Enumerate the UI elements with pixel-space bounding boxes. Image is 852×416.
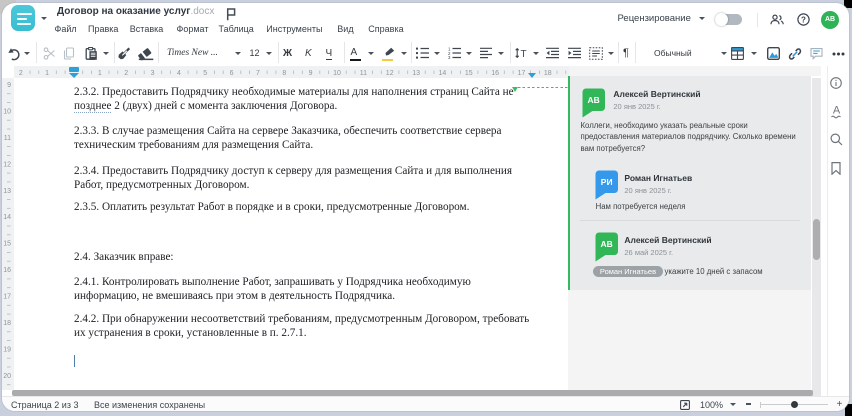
svg-text:11: 11 (4, 135, 11, 142)
svg-text:11: 11 (360, 70, 367, 77)
svg-text:2: 2 (124, 70, 128, 77)
svg-text:2: 2 (19, 70, 23, 77)
svg-text:17: 17 (3, 294, 11, 301)
svg-text:13: 13 (3, 188, 11, 195)
svg-text:?: ? (801, 15, 806, 24)
svg-text:3: 3 (448, 55, 451, 59)
svg-text:10: 10 (333, 70, 341, 77)
svg-text:РИ: РИ (600, 177, 612, 187)
svg-text:АВ: АВ (600, 239, 612, 249)
svg-text:12: 12 (386, 70, 394, 77)
svg-text:1: 1 (98, 70, 102, 77)
svg-text:20: 20 (3, 373, 11, 380)
svg-text:16: 16 (491, 70, 499, 77)
svg-text:8: 8 (282, 70, 286, 77)
svg-text:9: 9 (7, 82, 11, 89)
svg-text:АВ: АВ (588, 95, 600, 105)
svg-text:9: 9 (309, 70, 313, 77)
svg-text:13: 13 (412, 70, 420, 77)
svg-text:15: 15 (3, 241, 11, 248)
svg-text:17: 17 (518, 70, 526, 77)
svg-text:16: 16 (3, 267, 11, 274)
svg-text:7: 7 (256, 70, 260, 77)
svg-text:18: 18 (3, 320, 11, 327)
svg-text:6: 6 (230, 70, 234, 77)
svg-text:5: 5 (203, 70, 207, 77)
svg-text:15: 15 (465, 70, 473, 77)
svg-text:3: 3 (151, 70, 155, 77)
svg-text:4: 4 (177, 70, 181, 77)
svg-text:10: 10 (3, 109, 11, 116)
svg-text:14: 14 (3, 214, 11, 221)
svg-text:12: 12 (3, 161, 11, 168)
svg-text:18: 18 (544, 70, 552, 77)
svg-text:14: 14 (439, 70, 447, 77)
svg-text:1: 1 (45, 70, 49, 77)
svg-text:А: А (832, 104, 840, 116)
svg-text:T: T (520, 49, 526, 59)
svg-text:19: 19 (3, 347, 11, 354)
